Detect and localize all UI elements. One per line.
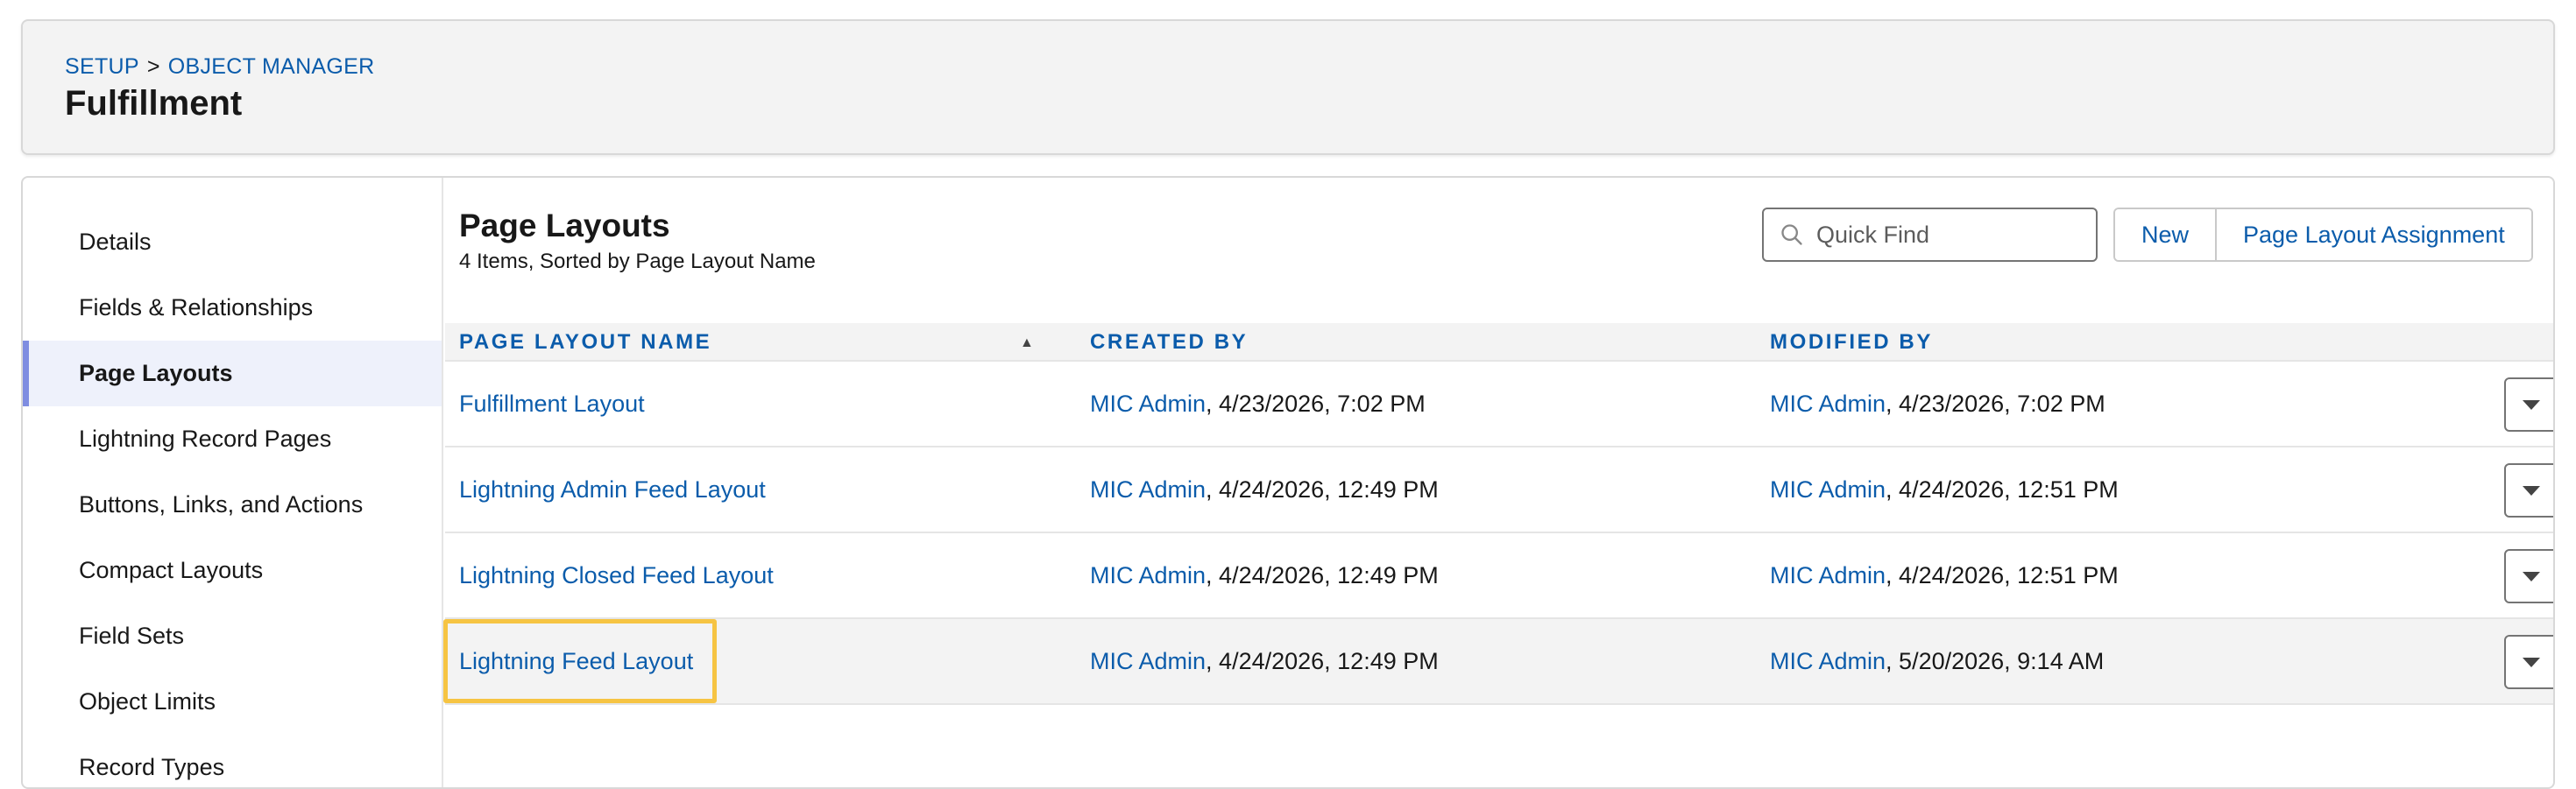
sidebar-item-buttons-links-actions[interactable]: Buttons, Links, and Actions — [23, 472, 442, 538]
section-title: Page Layouts — [459, 208, 670, 243]
table-row: Fulfillment Layout MIC Admin, 4/23/2026,… — [445, 362, 2553, 447]
modified-by-user-link[interactable]: MIC Admin — [1770, 391, 1886, 418]
table-header: PAGE LAYOUT NAME ▲ CREATED BY MODIFIED B… — [445, 323, 2553, 362]
row-actions-dropdown-button[interactable] — [2504, 635, 2553, 689]
table-row: Lightning Admin Feed Layout MIC Admin, 4… — [445, 447, 2553, 533]
sidebar-item-record-types[interactable]: Record Types — [23, 735, 442, 787]
sidebar-item-details[interactable]: Details — [23, 209, 442, 275]
search-icon — [1781, 224, 1802, 245]
created-by-user-link[interactable]: MIC Admin — [1090, 476, 1206, 504]
modified-by-user-link[interactable]: MIC Admin — [1770, 476, 1886, 504]
quick-find-box[interactable] — [1762, 208, 2098, 262]
chevron-down-icon — [2523, 399, 2540, 410]
created-date: , 4/24/2026, 12:49 PM — [1206, 476, 1439, 503]
sort-ascending-icon[interactable]: ▲ — [1020, 335, 1034, 351]
page-layout-name-link[interactable]: Lightning Feed Layout — [459, 648, 693, 675]
row-actions-dropdown-button[interactable] — [2504, 463, 2553, 518]
modified-by-user-link[interactable]: MIC Admin — [1770, 648, 1886, 675]
created-by-user-link[interactable]: MIC Admin — [1090, 648, 1206, 675]
quick-find-input[interactable] — [1816, 221, 2079, 249]
created-date: , 4/24/2026, 12:49 PM — [1206, 561, 1439, 588]
chevron-down-icon — [2523, 657, 2540, 667]
breadcrumb-separator: > — [146, 54, 160, 79]
sidebar: Details Fields & Relationships Page Layo… — [23, 178, 443, 787]
table-row: Lightning Closed Feed Layout MIC Admin, … — [445, 533, 2553, 619]
modified-date: , 5/20/2026, 9:14 AM — [1886, 647, 2105, 674]
modified-date: , 4/24/2026, 12:51 PM — [1886, 561, 2119, 588]
row-actions-dropdown-button[interactable] — [2504, 549, 2553, 603]
created-date: , 4/23/2026, 7:02 PM — [1206, 390, 1426, 417]
item-count-summary: 4 Items, Sorted by Page Layout Name — [459, 250, 816, 273]
created-by-user-link[interactable]: MIC Admin — [1090, 391, 1206, 418]
breadcrumb: SETUP > OBJECT MANAGER — [65, 54, 374, 80]
sidebar-item-fields-relationships[interactable]: Fields & Relationships — [23, 275, 442, 341]
sidebar-item-object-limits[interactable]: Object Limits — [23, 669, 442, 735]
column-header-created-by[interactable]: CREATED BY — [1090, 323, 1248, 362]
modified-by-user-link[interactable]: MIC Admin — [1770, 562, 1886, 589]
action-button-group: New Page Layout Assignment — [2113, 208, 2533, 262]
main-panel: Details Fields & Relationships Page Layo… — [21, 176, 2555, 789]
modified-date: , 4/23/2026, 7:02 PM — [1886, 390, 2105, 417]
page-title: Fulfillment — [65, 84, 243, 123]
column-header-modified-by[interactable]: MODIFIED BY — [1770, 323, 1933, 362]
sidebar-item-compact-layouts[interactable]: Compact Layouts — [23, 538, 442, 603]
chevron-down-icon — [2523, 485, 2540, 496]
created-date: , 4/24/2026, 12:49 PM — [1206, 647, 1439, 674]
breadcrumb-setup-link[interactable]: SETUP — [65, 54, 139, 79]
page-layout-name-link[interactable]: Fulfillment Layout — [459, 391, 645, 418]
page-layout-name-link[interactable]: Lightning Closed Feed Layout — [459, 562, 774, 589]
created-by-user-link[interactable]: MIC Admin — [1090, 562, 1206, 589]
page-layout-name-link[interactable]: Lightning Admin Feed Layout — [459, 476, 766, 504]
chevron-down-icon — [2523, 571, 2540, 581]
breadcrumb-object-manager-link[interactable]: OBJECT MANAGER — [168, 54, 375, 79]
page-layouts-section: Page Layouts 4 Items, Sorted by Page Lay… — [443, 178, 2553, 787]
column-header-page-layout-name[interactable]: PAGE LAYOUT NAME — [459, 323, 711, 362]
table-row: Lightning Feed Layout MIC Admin, 4/24/20… — [443, 619, 2553, 705]
page-header: SETUP > OBJECT MANAGER Fulfillment — [21, 19, 2555, 155]
row-actions-dropdown-button[interactable] — [2504, 377, 2553, 432]
page-layout-assignment-button[interactable]: Page Layout Assignment — [2215, 209, 2531, 260]
sidebar-item-field-sets[interactable]: Field Sets — [23, 603, 442, 669]
page-layouts-table: PAGE LAYOUT NAME ▲ CREATED BY MODIFIED B… — [443, 323, 2553, 705]
new-button[interactable]: New — [2115, 209, 2216, 260]
sidebar-item-lightning-record-pages[interactable]: Lightning Record Pages — [23, 406, 442, 472]
modified-date: , 4/24/2026, 12:51 PM — [1886, 476, 2119, 503]
sidebar-item-page-layouts[interactable]: Page Layouts — [23, 341, 442, 406]
